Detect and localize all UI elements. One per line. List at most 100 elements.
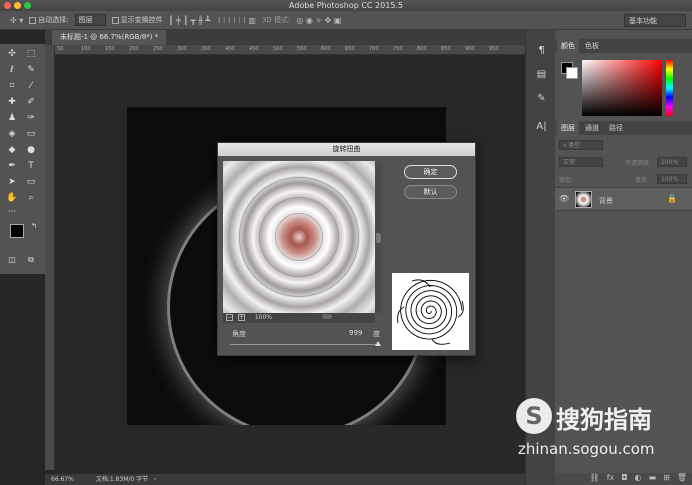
- quick-select-tool-icon[interactable]: ✎: [24, 64, 38, 76]
- blend-mode-dropdown[interactable]: 正常: [559, 157, 603, 167]
- watermark-brand: 搜狗指南: [556, 406, 652, 434]
- angle-slider[interactable]: [230, 344, 378, 345]
- foreground-color-swatch[interactable]: [10, 224, 24, 238]
- quick-mask-icon[interactable]: ◫: [5, 254, 19, 266]
- angle-label: 角度: [232, 330, 246, 338]
- layers-bottom-bar: ⛓ fx ◘ ◐ ▬ ⊞ 🗑: [555, 473, 692, 485]
- eyedropper-tool-icon[interactable]: ⁄: [24, 80, 38, 92]
- marquee-tool-icon[interactable]: ⬚: [24, 48, 38, 60]
- ok-button[interactable]: 确定: [404, 165, 457, 179]
- ruler-tick-label: 100: [81, 46, 91, 52]
- clone-stamp-tool-icon[interactable]: ♟: [5, 112, 19, 124]
- 3d-tools-icons[interactable]: ◎ ◉ ✧ ✥ ▣: [296, 16, 341, 25]
- doc-info[interactable]: 文档:1.83M/0 字节: [96, 476, 148, 483]
- properties-icon[interactable]: ▤: [535, 68, 548, 81]
- ruler-tick-label: 150: [105, 46, 115, 52]
- ruler-tick-label: 50: [57, 46, 64, 52]
- hue-slider[interactable]: [666, 60, 673, 116]
- character-icon[interactable]: A|: [535, 120, 548, 133]
- tab-swatches[interactable]: 色板: [581, 39, 603, 53]
- auto-select-checkbox[interactable]: 自动选择:: [29, 15, 69, 25]
- status-bar: 66.67% 文档:1.83M/0 字节 ›: [45, 474, 525, 485]
- auto-select-dropdown[interactable]: 图层: [74, 14, 106, 26]
- twirl-spiral-diagram: [392, 273, 469, 350]
- layer-row-background[interactable]: 👁 背景 🔒: [555, 187, 692, 211]
- layer-kind-filter[interactable]: ⌕ 类型: [559, 140, 603, 150]
- align-icons[interactable]: ┃ ╪ ┃ ┳ ╫ ┻ ⁞ ⁝ ⁞ ⁞ ⁝ ⁞ ▥: [169, 16, 256, 25]
- zoom-level[interactable]: 66.67%: [51, 476, 74, 483]
- new-group-icon[interactable]: ▬: [649, 473, 657, 485]
- zoom-in-button[interactable]: +: [237, 314, 245, 321]
- color-panel-tabs: 颜色 色板: [555, 39, 692, 53]
- swap-colors-icon[interactable]: ↰: [27, 220, 41, 232]
- zoom-window-button[interactable]: [24, 2, 31, 9]
- opacity-label: 不透明度:: [625, 160, 652, 167]
- ruler-tick-label: 650: [345, 46, 355, 52]
- brush-presets-icon[interactable]: ✎: [535, 92, 548, 105]
- lock-icon: 🔒: [667, 194, 677, 203]
- status-arrow-icon[interactable]: ›: [154, 476, 156, 483]
- ruler-tick-label: 700: [369, 46, 379, 52]
- edit-toolbar-icon[interactable]: ···: [5, 206, 19, 218]
- ruler-tick-label: 350: [201, 46, 211, 52]
- dodge-tool-icon[interactable]: ●: [24, 144, 38, 156]
- preview-scrollbar[interactable]: [375, 161, 382, 313]
- pen-tool-icon[interactable]: ✒: [5, 160, 19, 172]
- angle-input[interactable]: 999: [349, 329, 362, 337]
- angle-slider-thumb[interactable]: [375, 341, 381, 346]
- ruler-tick-label: 950: [489, 46, 499, 52]
- layer-name[interactable]: 背景: [599, 196, 613, 206]
- color-picker-field[interactable]: [582, 60, 662, 116]
- tab-color[interactable]: 颜色: [557, 39, 579, 53]
- sogou-logo: S: [516, 398, 552, 434]
- adjustment-layer-icon[interactable]: ◐: [635, 473, 642, 485]
- ruler-tick-label: 900: [465, 46, 475, 52]
- healing-brush-tool-icon[interactable]: ✚: [5, 96, 19, 108]
- eye-icon[interactable]: 👁: [559, 194, 569, 203]
- tab-paths[interactable]: 路径: [605, 121, 627, 135]
- crop-tool-icon[interactable]: ⌗: [5, 80, 19, 92]
- minimize-window-button[interactable]: [14, 2, 21, 9]
- document-tab[interactable]: 未标题-1 @ 66.7%(RGB/8*) *: [52, 30, 167, 45]
- add-mask-icon[interactable]: ◘: [621, 473, 627, 485]
- new-layer-icon[interactable]: ⊞: [663, 473, 670, 485]
- shape-tool-icon[interactable]: ▭: [24, 176, 38, 188]
- twirl-dialog: 旋转扭曲 − + 100% 确定 默认 角度 999 度: [217, 142, 476, 356]
- default-button[interactable]: 默认: [404, 185, 457, 199]
- background-color[interactable]: [566, 67, 578, 79]
- tab-layers[interactable]: 图层: [557, 121, 579, 135]
- show-transform-checkbox[interactable]: 显示变换控件: [111, 15, 163, 25]
- fill-field[interactable]: 100%: [657, 174, 687, 184]
- horizontal-ruler: 50 100 150 200 250 300 350 400 450 500 550 600 650 70…: [55, 45, 525, 55]
- ruler-tick-label: 400: [225, 46, 235, 52]
- paragraph-icon[interactable]: ¶: [535, 44, 548, 57]
- zoom-tool-icon[interactable]: ⌕: [24, 192, 38, 204]
- blur-tool-icon[interactable]: ◆: [5, 144, 19, 156]
- brush-tool-icon[interactable]: ✐: [24, 96, 38, 108]
- ruler-tick-label: 250: [153, 46, 163, 52]
- eraser-tool-icon[interactable]: ◈: [5, 128, 19, 140]
- layer-thumbnail: [575, 191, 592, 208]
- path-select-tool-icon[interactable]: ➤: [5, 176, 19, 188]
- link-layers-icon[interactable]: ⛓: [590, 473, 600, 485]
- preview-scroll-thumb[interactable]: [321, 314, 332, 319]
- type-tool-icon[interactable]: T: [24, 160, 38, 172]
- screen-mode-icon[interactable]: ⧉: [24, 254, 38, 266]
- ruler-tick-label: 200: [129, 46, 139, 52]
- delete-layer-icon[interactable]: 🗑: [677, 473, 687, 485]
- workspace-switcher[interactable]: 基本功能: [624, 14, 686, 27]
- vertical-ruler: [45, 45, 55, 470]
- filter-preview[interactable]: [223, 161, 375, 313]
- hand-tool-icon[interactable]: ✋: [5, 192, 19, 204]
- preview-zoom-bar: − + 100%: [223, 313, 375, 323]
- gradient-tool-icon[interactable]: ▭: [24, 128, 38, 140]
- opacity-field[interactable]: 100%: [657, 157, 687, 167]
- history-brush-tool-icon[interactable]: ✑: [24, 112, 38, 124]
- fx-icon[interactable]: fx: [607, 473, 615, 485]
- lasso-tool-icon[interactable]: ℓ: [5, 64, 19, 76]
- zoom-out-button[interactable]: −: [226, 314, 233, 321]
- close-window-button[interactable]: [4, 2, 11, 9]
- move-tool-icon[interactable]: ✣: [5, 48, 19, 60]
- tab-channels[interactable]: 通道: [581, 121, 603, 135]
- lock-label: 锁定:: [559, 177, 574, 184]
